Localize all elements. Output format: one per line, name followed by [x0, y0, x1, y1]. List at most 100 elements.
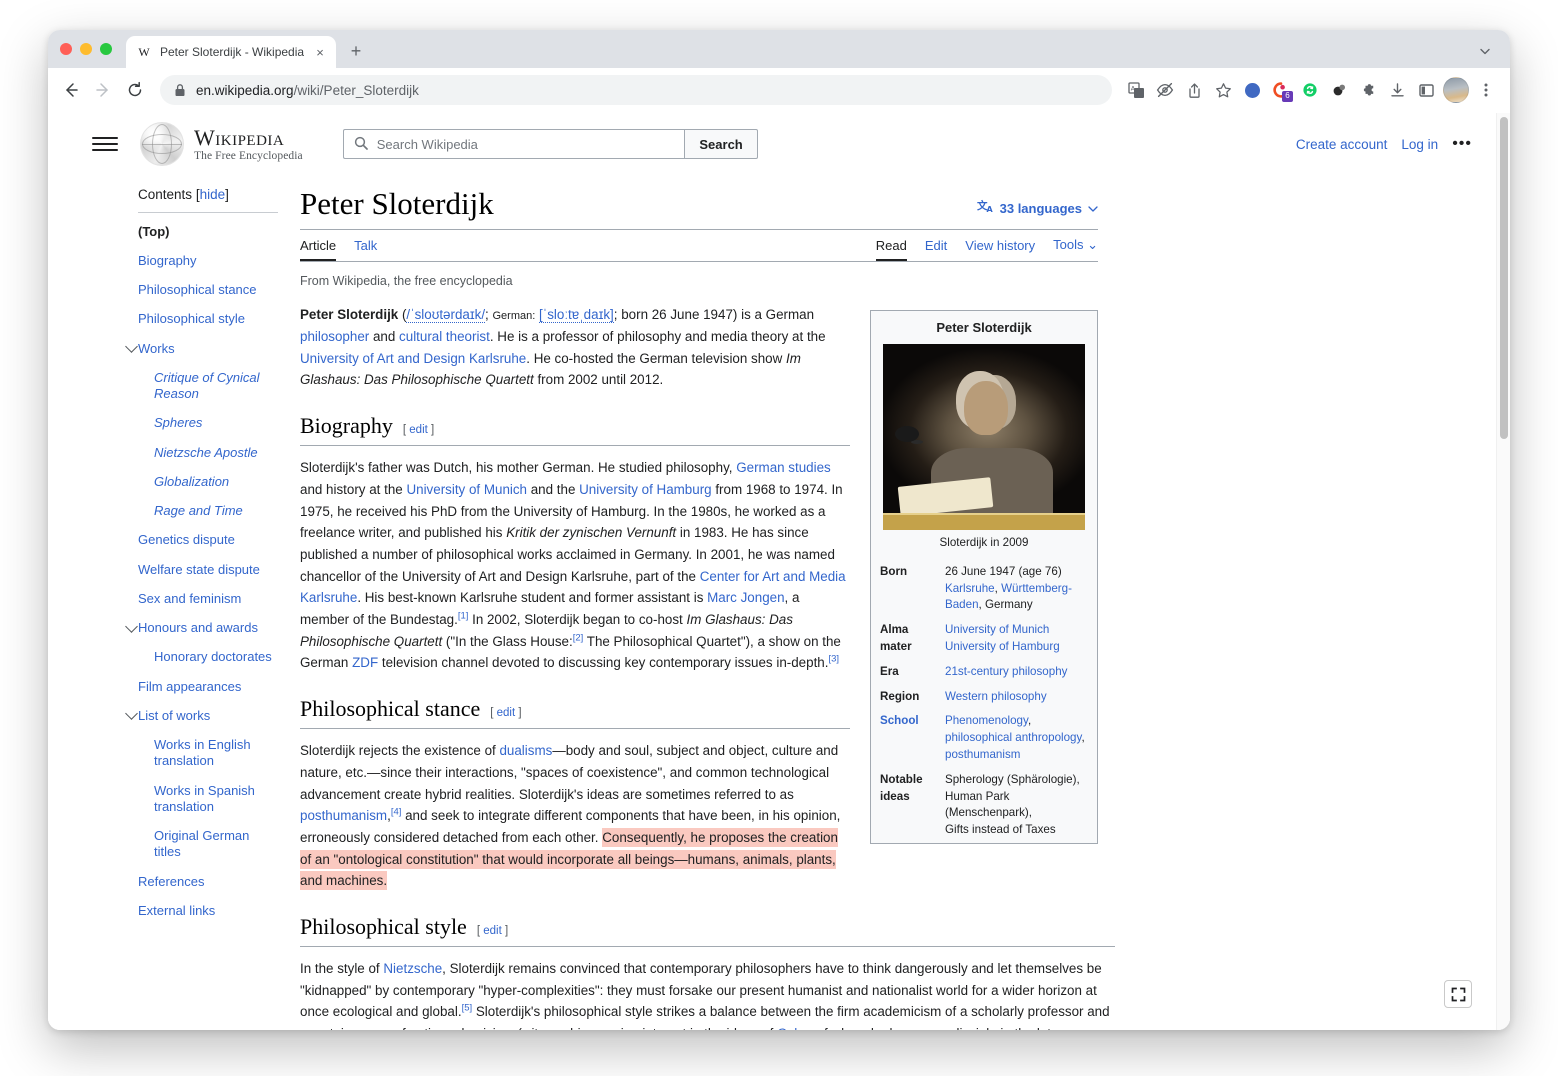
- sidebar-item-honours-and-awards[interactable]: Honours and awards: [125, 614, 278, 643]
- tab-tools[interactable]: Tools ⌄: [1053, 237, 1098, 261]
- edit-link[interactable]: edit: [483, 925, 502, 937]
- toc-hide-link[interactable]: hide: [200, 187, 226, 202]
- tab-article[interactable]: Article: [300, 238, 336, 261]
- link-university-of-art-and-design-karlsruhe[interactable]: University of Art and Design Karlsruhe: [300, 351, 526, 366]
- link-kritik-der-zynischen-vernunft[interactable]: Kritik der zynischen Vernunft: [506, 525, 676, 540]
- forward-button[interactable]: [88, 75, 118, 105]
- link-dualisms[interactable]: dualisms: [499, 743, 552, 758]
- sidebar-item-works-in-spanish-translation[interactable]: Works in Spanish translation: [138, 776, 278, 822]
- download-icon[interactable]: [1383, 76, 1411, 104]
- link-university-of-hamburg[interactable]: University of Hamburg: [579, 482, 711, 497]
- link-zdf[interactable]: ZDF: [352, 655, 378, 670]
- hide-password-icon[interactable]: [1151, 76, 1179, 104]
- page-scrollbar-thumb[interactable]: [1500, 117, 1508, 439]
- school-link-2[interactable]: philosophical anthropology: [945, 731, 1081, 744]
- edit-link[interactable]: edit: [497, 707, 516, 719]
- reference-3[interactable]: [3]: [828, 654, 839, 665]
- reload-button[interactable]: [120, 75, 150, 105]
- infobox-portrait-image[interactable]: [883, 344, 1085, 531]
- back-button[interactable]: [56, 75, 86, 105]
- sidebar-item-critique-of-cynical-reason[interactable]: Critique of Cynical Reason: [138, 363, 278, 409]
- fullscreen-icon[interactable]: [1444, 980, 1472, 1008]
- chevron-down-icon[interactable]: [1474, 40, 1496, 62]
- link-cultural-theorist[interactable]: cultural theorist: [399, 329, 490, 344]
- share-icon[interactable]: [1180, 76, 1208, 104]
- reference-2[interactable]: [2]: [573, 632, 584, 643]
- ref-label[interactable]: [2]: [573, 632, 584, 643]
- sidebar-item-philosophical-stance[interactable]: Philosophical stance: [138, 276, 278, 305]
- ref-label[interactable]: [5]: [462, 1003, 473, 1014]
- personal-tools-more-icon[interactable]: •••: [1452, 135, 1472, 153]
- edit-link[interactable]: edit: [409, 424, 428, 436]
- ipa-german[interactable]: [ˈsloːtɐˌdaɪk]: [539, 307, 614, 324]
- tab-talk[interactable]: Talk: [354, 238, 377, 261]
- minimize-window-button[interactable]: [80, 43, 92, 55]
- browser-tab[interactable]: W Peter Sloterdijk - Wikipedia ×: [126, 36, 337, 68]
- sidebar-item-works-in-english-translation[interactable]: Works in English translation: [138, 731, 278, 777]
- bookmark-star-icon[interactable]: [1209, 76, 1237, 104]
- search-button[interactable]: Search: [684, 129, 758, 159]
- sidebar-item-external-links[interactable]: External links: [138, 896, 278, 925]
- hamburger-icon[interactable]: [92, 131, 118, 157]
- sidebar-item-top[interactable]: (Top): [138, 217, 278, 246]
- sidebar-item-spheres[interactable]: Spheres: [138, 409, 278, 438]
- sidebar-item-rage-and-time[interactable]: Rage and Time: [138, 497, 278, 526]
- link-philosopher[interactable]: philosopher: [300, 329, 369, 344]
- school-link-1[interactable]: Phenomenology: [945, 714, 1028, 727]
- link-osho[interactable]: Osho: [777, 1026, 809, 1030]
- reference-5[interactable]: [5]: [462, 1003, 473, 1014]
- ref-label[interactable]: [3]: [828, 654, 839, 665]
- sidebar-item-welfare-state-dispute[interactable]: Welfare state dispute: [138, 555, 278, 584]
- tab-view-history[interactable]: View history: [965, 238, 1035, 261]
- ref-label[interactable]: [4]: [391, 807, 402, 818]
- alma-mater-link-1[interactable]: University of Munich: [945, 623, 1049, 636]
- link-marc-jongen[interactable]: Marc Jongen: [707, 590, 784, 605]
- kebab-menu-icon[interactable]: [1472, 76, 1500, 104]
- chevron-down-icon[interactable]: [125, 340, 138, 353]
- avatar[interactable]: [1443, 77, 1469, 103]
- extension-blue-icon[interactable]: [1238, 76, 1266, 104]
- sidebar-item-works[interactable]: Works: [125, 334, 278, 363]
- address-bar[interactable]: en.wikipedia.org/wiki/Peter_Sloterdijk: [160, 75, 1112, 105]
- school-label-link[interactable]: School: [880, 714, 919, 727]
- sidebar-item-genetics-dispute[interactable]: Genetics dispute: [138, 526, 278, 555]
- sidebar-item-sex-and-feminism[interactable]: Sex and feminism: [138, 584, 278, 613]
- extension-dark-icon[interactable]: [1325, 76, 1353, 104]
- sidebar-item-list-of-works[interactable]: List of works: [125, 701, 278, 730]
- sidebar-item-film-appearances[interactable]: Film appearances: [138, 672, 278, 701]
- sidebar-item-philosophical-style[interactable]: Philosophical style: [138, 305, 278, 334]
- log-in-link[interactable]: Log in: [1401, 137, 1438, 152]
- new-tab-button[interactable]: +: [342, 37, 370, 65]
- sidebar-item-honorary-doctorates[interactable]: Honorary doctorates: [138, 643, 278, 672]
- link-university-of-munich[interactable]: University of Munich: [406, 482, 527, 497]
- zoom-window-button[interactable]: [100, 43, 112, 55]
- chevron-down-icon[interactable]: [125, 619, 138, 633]
- extension-green-icon[interactable]: [1296, 76, 1324, 104]
- reference-4[interactable]: [4]: [391, 807, 402, 818]
- search-input[interactable]: Search Wikipedia: [342, 129, 685, 159]
- sidebar-item-references[interactable]: References: [138, 867, 278, 896]
- language-selector-button[interactable]: 文 A 33 languages: [976, 199, 1098, 222]
- wikipedia-logo[interactable]: Wikipedia The Free Encyclopedia: [140, 122, 303, 166]
- ipa-english[interactable]: /ˈsloʊtərdaɪk/: [406, 307, 486, 324]
- tab-edit[interactable]: Edit: [925, 238, 947, 261]
- chevron-down-icon[interactable]: [125, 707, 138, 721]
- sidebar-item-nietzsche-apostle[interactable]: Nietzsche Apostle: [138, 438, 278, 467]
- sidebar-item-globalization[interactable]: Globalization: [138, 467, 278, 496]
- close-tab-icon[interactable]: ×: [312, 44, 328, 60]
- alma-mater-link-2[interactable]: University of Hamburg: [945, 640, 1060, 653]
- school-link-3[interactable]: posthumanism: [945, 748, 1020, 761]
- region-link[interactable]: Western philosophy: [945, 690, 1047, 703]
- tab-read[interactable]: Read: [876, 238, 907, 261]
- link-nietzsche[interactable]: Nietzsche: [383, 961, 442, 976]
- link-german-studies[interactable]: German studies: [736, 460, 831, 475]
- side-panel-icon[interactable]: [1412, 76, 1440, 104]
- extension-orange-icon[interactable]: 6: [1267, 76, 1295, 104]
- sidebar-item-original-german-titles[interactable]: Original German titles: [138, 822, 278, 868]
- link-posthumanism[interactable]: posthumanism: [300, 808, 387, 823]
- create-account-link[interactable]: Create account: [1296, 137, 1388, 152]
- ref-label[interactable]: [1]: [458, 611, 469, 622]
- reference-1[interactable]: [1]: [458, 611, 469, 622]
- birthplace-city-link[interactable]: Karlsruhe: [945, 582, 995, 595]
- era-link[interactable]: 21st-century philosophy: [945, 665, 1067, 678]
